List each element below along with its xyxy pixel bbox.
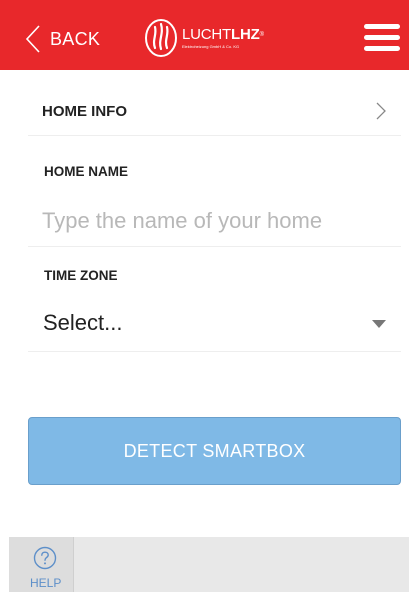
app-header: BACK LUCHTLHZ® Elektroheizung GmbH & Co.… (0, 0, 409, 70)
chevron-right-icon (376, 102, 386, 120)
logo-wordmark: LUCHTLHZ® (182, 25, 264, 43)
chevron-left-icon (25, 25, 40, 53)
footer-bar: HELP (9, 537, 409, 592)
logo-text: LUCHTLHZ® Elektroheizung GmbH & Co. KG (182, 25, 264, 50)
time-zone-value: Select... (43, 310, 123, 335)
flame-logo-icon (145, 19, 177, 57)
logo-subtitle: Elektroheizung GmbH & Co. KG (182, 43, 240, 49)
hamburger-menu-icon[interactable] (364, 24, 400, 52)
brand-logo: LUCHTLHZ® Elektroheizung GmbH & Co. KG (144, 18, 264, 58)
caret-down-icon (372, 320, 386, 328)
menu-bar (364, 46, 400, 51)
home-name-input[interactable] (28, 195, 401, 247)
section-title: HOME INFO (42, 103, 127, 120)
menu-bar (364, 35, 400, 40)
time-zone-select[interactable]: Select... (28, 298, 401, 352)
logo-name-light: LUCHT (182, 25, 232, 43)
help-button[interactable]: HELP (9, 537, 74, 592)
detect-smartbox-label: DETECT SMARTBOX (123, 440, 306, 461)
help-label: HELP (30, 576, 62, 590)
registered-mark: ® (259, 31, 264, 38)
back-label: BACK (50, 28, 101, 49)
detect-smartbox-button[interactable]: DETECT SMARTBOX (28, 417, 401, 485)
back-button[interactable]: BACK (24, 24, 100, 54)
time-zone-label: TIME ZONE (44, 268, 118, 283)
logo-name-bold: LHZ (231, 25, 260, 43)
home-name-label: HOME NAME (44, 164, 128, 179)
question-circle-icon (33, 546, 57, 570)
menu-bar (364, 24, 400, 29)
home-info-section[interactable]: HOME INFO (28, 91, 401, 136)
